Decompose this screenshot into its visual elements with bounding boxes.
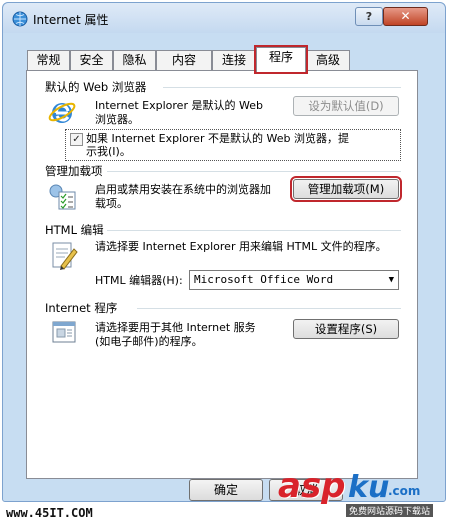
tab-general[interactable]: 常规 <box>27 50 70 70</box>
addons-text-line2: 载项。 <box>95 197 128 210</box>
internet-programs-text-line1: 请选择要用于其他 Internet 服务 <box>95 321 256 334</box>
tab-advanced[interactable]: 高级 <box>306 50 350 70</box>
title-bar: Internet 属性 ? ✕ <box>3 3 445 33</box>
html-editor-select-label: HTML 编辑器(H): <box>95 274 183 287</box>
chevron-down-icon[interactable]: ▼ <box>389 271 394 289</box>
ok-button[interactable]: 确定 <box>189 479 263 501</box>
addons-text-line1: 启用或禁用安装在系统中的浏览器加 <box>95 183 271 196</box>
group-divider <box>107 171 401 172</box>
default-browser-text-line2: 浏览器。 <box>95 113 139 126</box>
html-editor-select[interactable]: Microsoft Office Word ▼ <box>189 270 399 290</box>
addons-checklist-icon <box>49 184 76 210</box>
watermark-left-text: www.45IT.COM <box>6 506 93 520</box>
html-editing-heading: HTML 编辑 <box>45 223 104 237</box>
notify-default-label-line2: 示我(I)。 <box>86 145 131 158</box>
set-programs-button[interactable]: 设置程序(S) <box>293 319 399 339</box>
programs-window-icon <box>52 321 76 343</box>
notify-default-checkbox[interactable]: ✓ <box>70 133 83 146</box>
internet-programs-heading: Internet 程序 <box>45 301 118 315</box>
close-button[interactable]: ✕ <box>383 7 428 26</box>
ie-logo-icon <box>48 102 76 123</box>
help-button[interactable]: ? <box>355 7 383 26</box>
html-editor-text: 请选择要 Internet Explorer 用来编辑 HTML 文件的程序。 <box>95 240 387 253</box>
html-editor-select-value: Microsoft Office Word <box>194 273 334 286</box>
default-browser-heading: 默认的 Web 浏览器 <box>45 80 147 94</box>
globe-icon <box>12 11 28 27</box>
watermark-com-text: .com <box>388 484 421 498</box>
set-default-button[interactable]: 设为默认值(D) <box>293 96 399 116</box>
tab-content[interactable]: 内容 <box>156 50 212 70</box>
html-editor-icon <box>52 242 78 270</box>
group-divider <box>107 230 401 231</box>
watermark-ku-text: ku <box>348 470 390 505</box>
group-divider <box>137 308 401 309</box>
manage-addons-button[interactable]: 管理加载项(M) <box>290 176 402 202</box>
group-divider <box>163 87 401 88</box>
internet-programs-text-line2: (如电子邮件)的程序。 <box>95 335 203 348</box>
window-title: Internet 属性 <box>33 13 109 27</box>
tab-programs[interactable]: 程序 <box>254 45 308 74</box>
internet-properties-dialog: Internet 属性 ? ✕ 常规 安全 隐私 内容 连接 程序 高级 默认的… <box>2 2 446 502</box>
notify-default-checkbox-row[interactable]: ✓ 如果 Internet Explorer 不是默认的 Web 浏览器，提 示… <box>65 129 401 161</box>
notify-default-label-line1: 如果 Internet Explorer 不是默认的 Web 浏览器，提 <box>86 132 349 145</box>
tab-connections[interactable]: 连接 <box>212 50 256 70</box>
tab-privacy[interactable]: 隐私 <box>113 50 156 70</box>
tab-security[interactable]: 安全 <box>70 50 113 70</box>
watermark-asp-text: asp <box>278 466 346 506</box>
addons-heading: 管理加载项 <box>45 164 103 178</box>
default-browser-text-line1: Internet Explorer 是默认的 Web <box>95 99 263 112</box>
watermark-sub-text: 免费网站源码下载站 <box>346 504 434 517</box>
